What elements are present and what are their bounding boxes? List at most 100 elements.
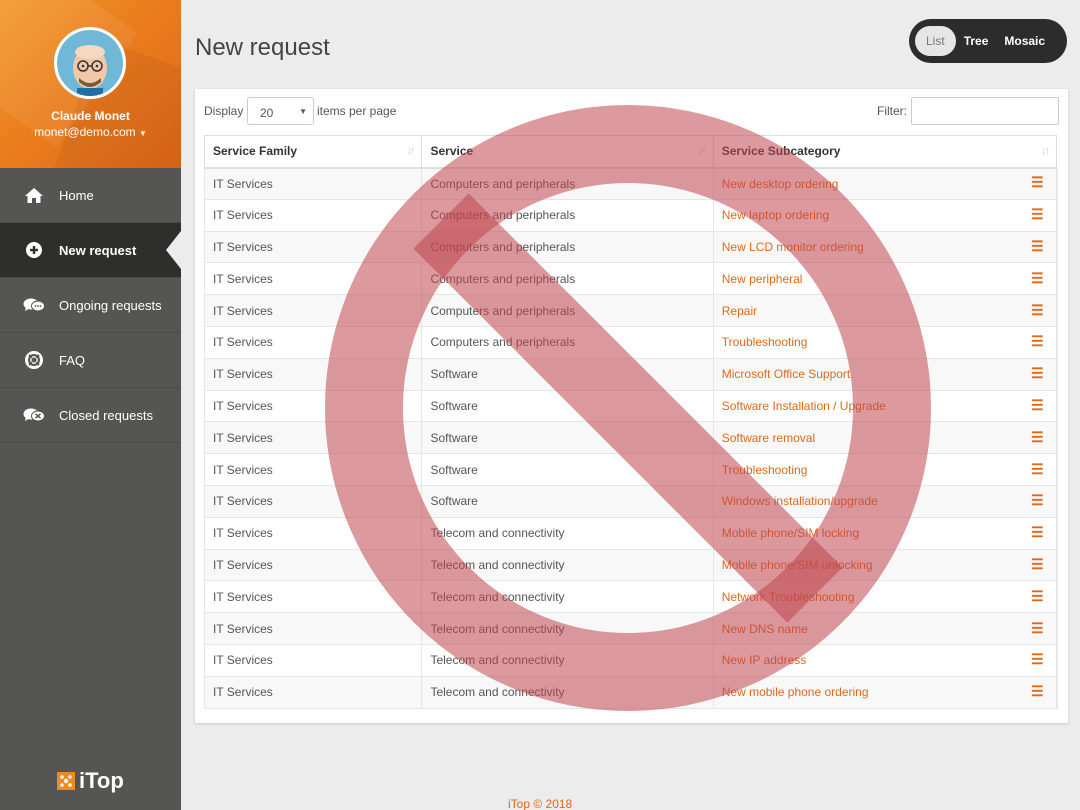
- column-header-service[interactable]: Service ↓↑: [421, 135, 714, 169]
- chat-bubbles-icon: [22, 295, 46, 315]
- cell-service-subcategory[interactable]: New LCD monitor ordering: [712, 230, 1057, 264]
- cell-service-subcategory[interactable]: Windows installation/upgrade: [712, 484, 1057, 518]
- cell-service-family: IT Services: [203, 580, 423, 614]
- cell-service-subcategory[interactable]: Repair: [712, 294, 1057, 327]
- table-row[interactable]: IT Services Computers and peripherals New …: [203, 230, 1059, 264]
- header-label: Service: [430, 144, 474, 159]
- cell-service-family: IT Services: [203, 167, 423, 200]
- row-actions-cell: ☰: [1031, 580, 1059, 614]
- cell-service-family: IT Services: [203, 262, 423, 296]
- hamburger-menu-icon[interactable]: ☰: [1031, 302, 1044, 319]
- table-row[interactable]: IT Services Telecom and connectivity Mobil…: [203, 516, 1059, 550]
- cell-service-subcategory[interactable]: Software removal: [712, 421, 1057, 455]
- avatar[interactable]: [54, 27, 126, 99]
- header-label: Service Subcategory: [721, 144, 841, 159]
- hamburger-menu-icon[interactable]: ☰: [1031, 588, 1044, 605]
- hamburger-menu-icon[interactable]: ☰: [1031, 365, 1044, 382]
- cell-service-family: IT Services: [203, 675, 423, 709]
- hamburger-menu-icon[interactable]: ☰: [1031, 620, 1044, 637]
- filter-input[interactable]: [911, 97, 1059, 125]
- row-actions-cell: ☰: [1031, 262, 1059, 296]
- table-body: IT Services Computers and peripherals New …: [203, 167, 1059, 709]
- row-actions-cell: ☰: [1031, 453, 1059, 486]
- hamburger-menu-icon[interactable]: ☰: [1031, 238, 1044, 255]
- table-row[interactable]: IT Services Software Windows installation/…: [203, 484, 1059, 518]
- cell-service-subcategory[interactable]: Mobile phone/SIM locking: [712, 516, 1057, 550]
- hamburger-menu-icon[interactable]: ☰: [1031, 270, 1044, 287]
- hamburger-menu-icon[interactable]: ☰: [1031, 333, 1044, 350]
- cell-service-subcategory[interactable]: New peripheral: [712, 262, 1057, 296]
- cell-service-subcategory[interactable]: New IP address: [712, 643, 1057, 677]
- column-header-service-family[interactable]: Service Family ↓↑: [203, 135, 423, 169]
- hamburger-menu-icon[interactable]: ☰: [1031, 174, 1044, 191]
- page-size-select[interactable]: 20 ▼: [247, 97, 314, 125]
- nav-item-new-request[interactable]: New request: [0, 223, 181, 278]
- per-page-label: items per page: [317, 104, 397, 118]
- cell-service: Software: [421, 421, 714, 455]
- user-email-dropdown[interactable]: monet@demo.com ▼: [0, 125, 181, 139]
- row-actions-cell: ☰: [1031, 357, 1059, 391]
- hamburger-menu-icon[interactable]: ☰: [1031, 397, 1044, 414]
- main-nav: Home New request Ongoing requests FAQ Cl…: [0, 168, 181, 443]
- itop-logo-mark-icon: [57, 772, 75, 790]
- cell-service-subcategory[interactable]: Microsoft Office Support: [712, 357, 1057, 391]
- nav-item-faq[interactable]: FAQ: [0, 333, 181, 388]
- view-tree-button[interactable]: Tree: [956, 26, 997, 56]
- table-row[interactable]: IT Services Telecom and connectivity Netwo…: [203, 580, 1059, 614]
- cell-service-family: IT Services: [203, 389, 423, 423]
- row-actions-cell: ☰: [1031, 325, 1059, 359]
- table-row[interactable]: IT Services Software Software Installation…: [203, 389, 1059, 423]
- column-header-service-subcategory[interactable]: Service Subcategory ↓↑: [712, 135, 1057, 169]
- services-panel: Display 20 ▼ items per page Filter: Serv…: [195, 89, 1068, 723]
- cell-service-subcategory[interactable]: Mobile phone/SIM unlocking: [712, 548, 1057, 582]
- hamburger-menu-icon[interactable]: ☰: [1031, 429, 1044, 446]
- view-list-button[interactable]: List: [915, 26, 956, 56]
- hamburger-menu-icon[interactable]: ☰: [1031, 524, 1044, 541]
- cell-service-family: IT Services: [203, 198, 423, 232]
- table-row[interactable]: IT Services Software Troubleshooting ☰: [203, 453, 1059, 486]
- cell-service-subcategory[interactable]: Troubleshooting: [712, 453, 1057, 486]
- table-row[interactable]: IT Services Telecom and connectivity Mobil…: [203, 548, 1059, 582]
- table-row[interactable]: IT Services Computers and peripherals New …: [203, 198, 1059, 232]
- view-mosaic-button[interactable]: Mosaic: [996, 26, 1053, 56]
- cell-service-family: IT Services: [203, 357, 423, 391]
- row-actions-cell: ☰: [1031, 516, 1059, 550]
- nav-item-home[interactable]: Home: [0, 168, 181, 223]
- cell-service: Software: [421, 389, 714, 423]
- table-row[interactable]: IT Services Software Software removal ☰: [203, 421, 1059, 455]
- filter-label: Filter:: [877, 104, 907, 118]
- nav-item-closed-requests[interactable]: Closed requests: [0, 388, 181, 443]
- itop-logo[interactable]: iTop: [56, 768, 124, 794]
- header-label: Service Family: [213, 144, 298, 159]
- table-row[interactable]: IT Services Computers and peripherals New …: [203, 262, 1059, 296]
- cell-service-subcategory[interactable]: New laptop ordering: [712, 198, 1057, 232]
- hamburger-menu-icon[interactable]: ☰: [1031, 206, 1044, 223]
- lifebuoy-icon: [22, 350, 46, 370]
- table-row[interactable]: IT Services Computers and peripherals New …: [203, 167, 1059, 200]
- cell-service: Telecom and connectivity: [421, 675, 714, 709]
- hamburger-menu-icon[interactable]: ☰: [1031, 492, 1044, 509]
- hamburger-menu-icon[interactable]: ☰: [1031, 556, 1044, 573]
- cell-service-subcategory[interactable]: New DNS name: [712, 612, 1057, 645]
- nav-item-ongoing-requests[interactable]: Ongoing requests: [0, 278, 181, 333]
- cell-service-subcategory[interactable]: New mobile phone ordering: [712, 675, 1057, 709]
- table-row[interactable]: IT Services Telecom and connectivity New I…: [203, 643, 1059, 677]
- user-name: Claude Monet: [51, 109, 130, 123]
- cell-service-family: IT Services: [203, 548, 423, 582]
- table-row[interactable]: IT Services Software Microsoft Office Supp…: [203, 357, 1059, 391]
- table-row[interactable]: IT Services Computers and peripherals Repa…: [203, 294, 1059, 327]
- hamburger-menu-icon[interactable]: ☰: [1031, 461, 1044, 478]
- table-header-row: Service Family ↓↑ Service ↓↑ Service Subca…: [203, 135, 1058, 169]
- cell-service-subcategory[interactable]: Troubleshooting: [712, 325, 1057, 359]
- table-row[interactable]: IT Services Telecom and connectivity New D…: [203, 612, 1059, 645]
- hamburger-menu-icon[interactable]: ☰: [1031, 651, 1044, 668]
- table-toolbar: Display 20 ▼ items per page Filter:: [204, 97, 1059, 125]
- row-actions-cell: ☰: [1031, 675, 1059, 709]
- table-row[interactable]: IT Services Telecom and connectivity New m…: [203, 675, 1059, 709]
- table-row[interactable]: IT Services Computers and peripherals Trou…: [203, 325, 1059, 359]
- hamburger-menu-icon[interactable]: ☰: [1031, 683, 1044, 700]
- cell-service: Telecom and connectivity: [421, 643, 714, 677]
- cell-service-subcategory[interactable]: Network Troubleshooting: [712, 580, 1057, 614]
- cell-service-subcategory[interactable]: New desktop ordering: [712, 167, 1057, 200]
- cell-service-subcategory[interactable]: Software Installation / Upgrade: [712, 389, 1057, 423]
